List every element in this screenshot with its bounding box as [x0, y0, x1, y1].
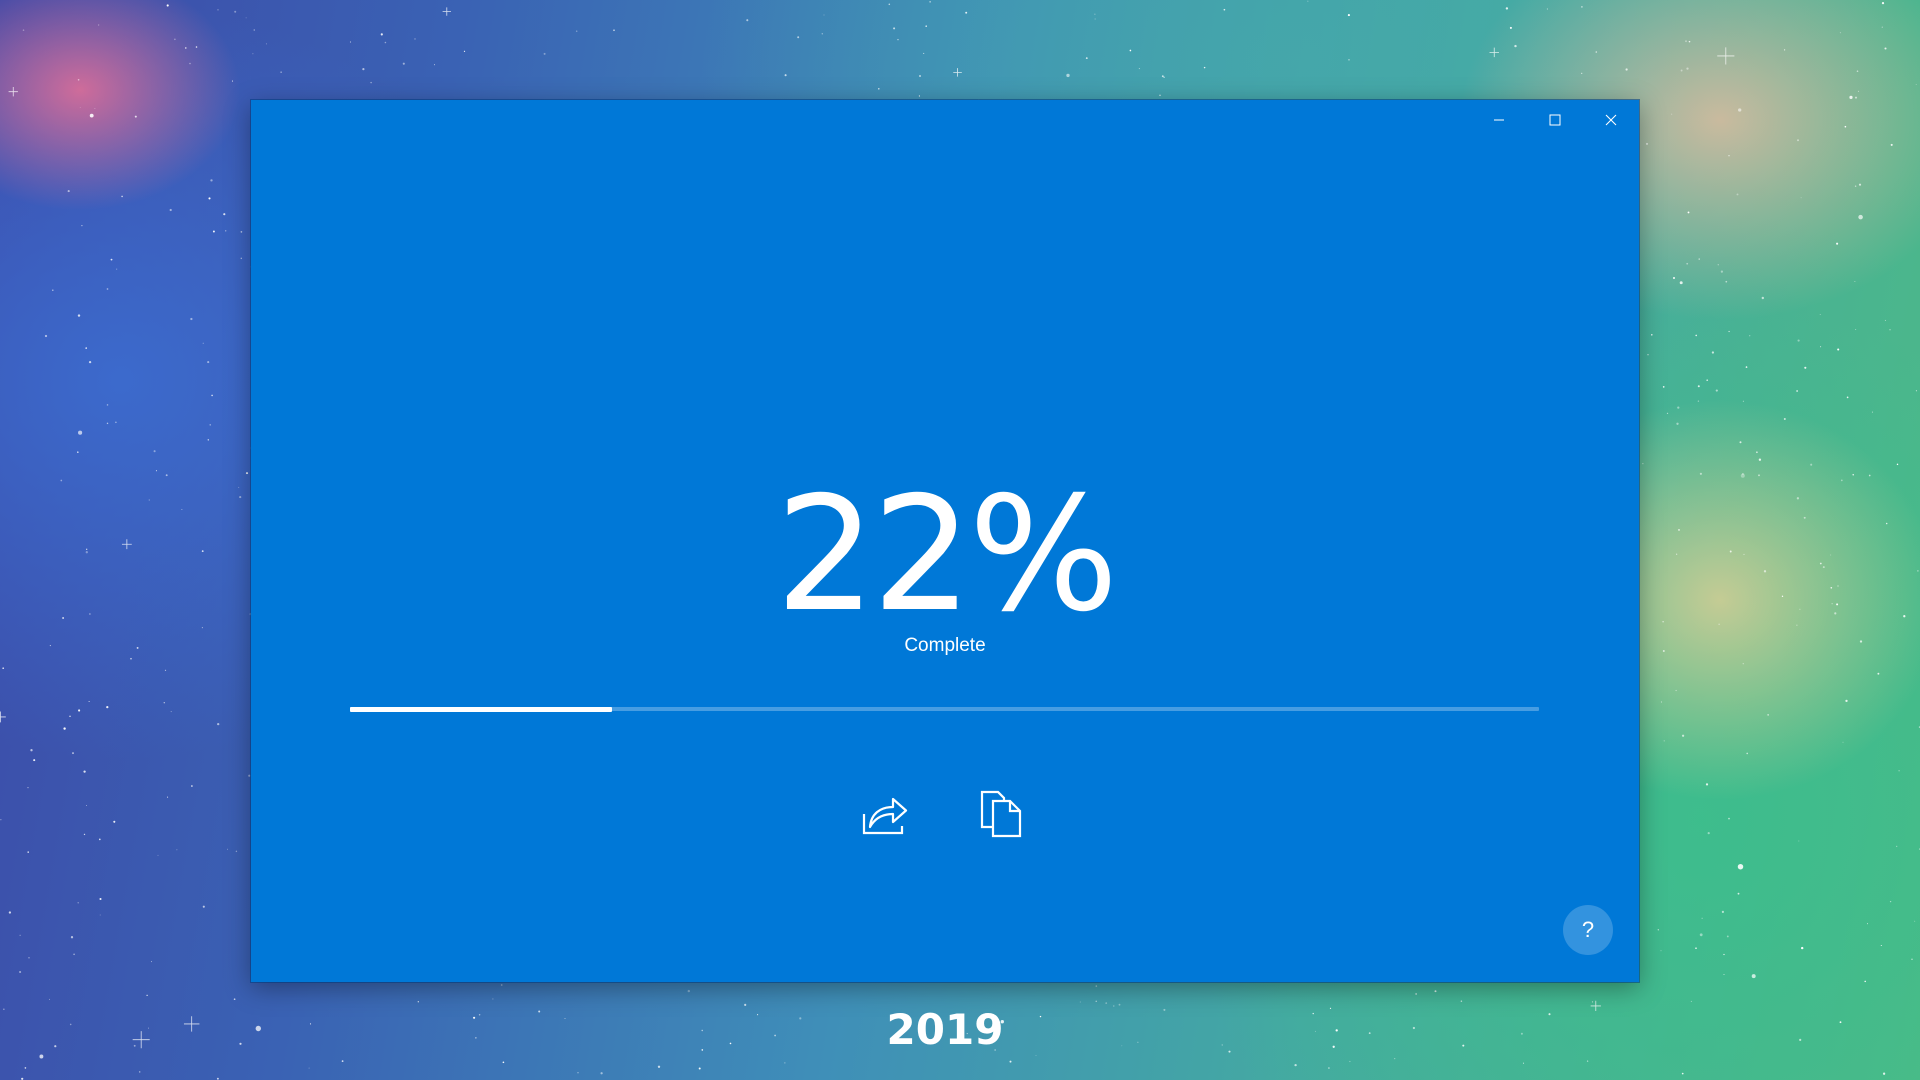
app-window: 22% Complete 2019 ?: [251, 100, 1639, 1054]
help-button[interactable]: ?: [1563, 905, 1613, 955]
share-button[interactable]: [857, 786, 913, 842]
help-button-label: ?: [1581, 917, 1595, 942]
minimize-icon: [1494, 119, 1504, 121]
copy-button[interactable]: [973, 786, 1029, 842]
year-label: 2019: [886, 1005, 1004, 1054]
progress-bar: [350, 706, 1539, 712]
close-icon: [1605, 114, 1617, 126]
maximize-button[interactable]: [1527, 100, 1583, 140]
share-icon: [862, 797, 908, 835]
maximize-icon: [1549, 114, 1561, 126]
progress-percent: 22%: [775, 463, 1118, 647]
copy-icon: [980, 790, 1022, 838]
progress-bar-fill: [350, 706, 612, 712]
desktop-wallpaper: 22% Complete 2019 ?: [0, 0, 1920, 1080]
progress-status-label: Complete: [904, 635, 986, 656]
minimize-button[interactable]: [1471, 100, 1527, 140]
close-button[interactable]: [1583, 100, 1639, 140]
